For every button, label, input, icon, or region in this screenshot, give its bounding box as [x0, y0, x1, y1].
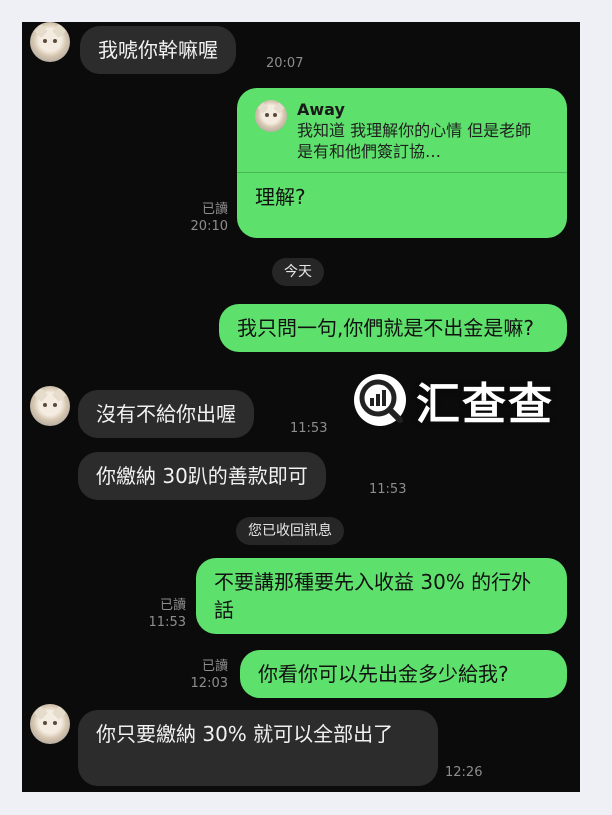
message-text: 我只問一句,你們就是不出金是嘛? [237, 316, 534, 340]
message-incoming[interactable]: 你繳納 30趴的善款即可 [78, 452, 326, 500]
read-receipt: 已讀 [201, 202, 228, 217]
reply-avatar [255, 100, 287, 132]
message-time: 20:07 [266, 56, 304, 71]
contact-avatar[interactable] [30, 22, 70, 62]
read-receipt: 已讀 [201, 659, 228, 674]
message-time: 11:53 [290, 421, 328, 436]
message-time: 11:53 [148, 615, 186, 630]
message-outgoing[interactable]: 我只問一句,你們就是不出金是嘛? [219, 304, 567, 352]
message-time: 12:03 [190, 676, 228, 691]
watermark-text: 汇查查 [416, 379, 554, 430]
message-incoming[interactable]: 你只要繳納 30% 就可以全部出了 [78, 710, 438, 786]
message-outgoing[interactable]: 你看你可以先出金多少給我? [240, 650, 567, 698]
reply-quoted-text: 我知道 我理解你的心情 但是老師是有和他們簽訂協… [297, 121, 532, 161]
message-outgoing-reply[interactable]: Away 我知道 我理解你的心情 但是老師是有和他們簽訂協… 理解? [237, 88, 567, 238]
reply-sender-name: Away [297, 100, 345, 119]
recalled-message-notice: 您已收回訊息 [236, 517, 344, 545]
date-divider: 今天 [272, 258, 324, 286]
message-text: 不要講那種要先入收益 30% 的行外話 [214, 570, 532, 622]
message-incoming[interactable]: 沒有不給你出喔 [78, 390, 254, 438]
message-text: 你繳納 30趴的善款即可 [96, 464, 308, 488]
watermark: 汇查查 [354, 368, 554, 432]
chat-screen: 我唬你幹嘛喔 20:07 Away 我知道 我理解你的心情 但是老師是有和他們簽… [22, 22, 580, 792]
contact-avatar[interactable] [30, 704, 70, 744]
message-time: 12:26 [445, 765, 483, 780]
reply-preview[interactable]: Away 我知道 我理解你的心情 但是老師是有和他們簽訂協… [255, 100, 549, 162]
message-text: 你只要繳納 30% 就可以全部出了 [96, 722, 394, 746]
message-time: 20:10 [190, 219, 228, 234]
watermark-logo-icon [354, 374, 406, 426]
message-text: 理解? [255, 185, 306, 209]
reply-divider [237, 172, 567, 173]
message-outgoing[interactable]: 不要講那種要先入收益 30% 的行外話 [196, 558, 567, 634]
message-text: 你看你可以先出金多少給我? [258, 662, 509, 686]
message-text: 我唬你幹嘛喔 [98, 38, 218, 62]
message-time: 11:53 [369, 482, 407, 497]
read-receipt: 已讀 [159, 598, 186, 613]
message-incoming[interactable]: 我唬你幹嘛喔 [80, 26, 236, 74]
contact-avatar[interactable] [30, 386, 70, 426]
message-text: 沒有不給你出喔 [96, 402, 236, 426]
